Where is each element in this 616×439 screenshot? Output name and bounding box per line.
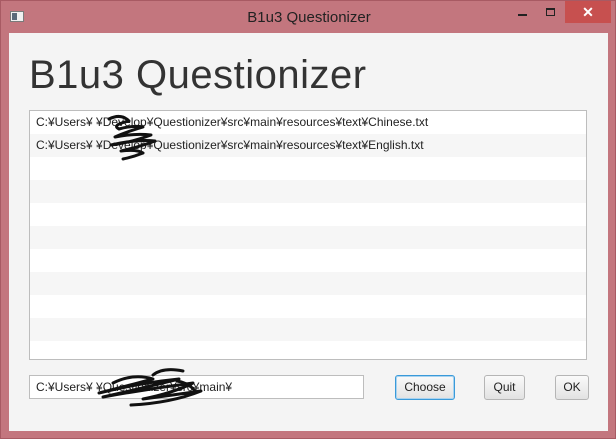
- file-list-empty-row: [30, 318, 586, 341]
- close-button[interactable]: ✕: [565, 1, 611, 23]
- path-input[interactable]: C:¥Users¥ ¥Questionizer¥src¥main¥: [29, 375, 364, 399]
- file-list[interactable]: C:¥Users¥ ¥Develop¥Questionizer¥src¥main…: [29, 110, 587, 360]
- main-content: B1u3 Questionizer C:¥Users¥ ¥Develop¥Que…: [9, 33, 608, 431]
- title-bar[interactable]: B1u3 Questionizer ✕: [1, 1, 616, 33]
- minimize-icon: [517, 14, 527, 16]
- choose-button[interactable]: Choose: [395, 375, 455, 400]
- file-list-item[interactable]: C:¥Users¥ ¥Develop¥Questionizer¥src¥main…: [30, 111, 586, 134]
- ok-button[interactable]: OK: [555, 375, 589, 400]
- file-list-empty-row: [30, 180, 586, 203]
- file-list-empty-row: [30, 272, 586, 295]
- file-list-empty-row: [30, 203, 586, 226]
- file-list-empty-row: [30, 157, 586, 180]
- app-window: B1u3 Questionizer ✕ B1u3 Questionizer C:…: [0, 0, 616, 439]
- close-icon: ✕: [582, 3, 594, 20]
- maximize-icon: [545, 8, 555, 16]
- file-list-empty-row: [30, 341, 586, 359]
- quit-button[interactable]: Quit: [484, 375, 525, 400]
- file-list-item[interactable]: C:¥Users¥ ¥Develop¥Questionizer¥src¥main…: [30, 134, 586, 157]
- app-heading: B1u3 Questionizer: [29, 53, 367, 97]
- maximize-button[interactable]: [535, 1, 565, 23]
- file-list-empty-row: [30, 295, 586, 318]
- minimize-button[interactable]: [509, 1, 535, 23]
- file-list-empty-row: [30, 249, 586, 272]
- file-list-empty-row: [30, 226, 586, 249]
